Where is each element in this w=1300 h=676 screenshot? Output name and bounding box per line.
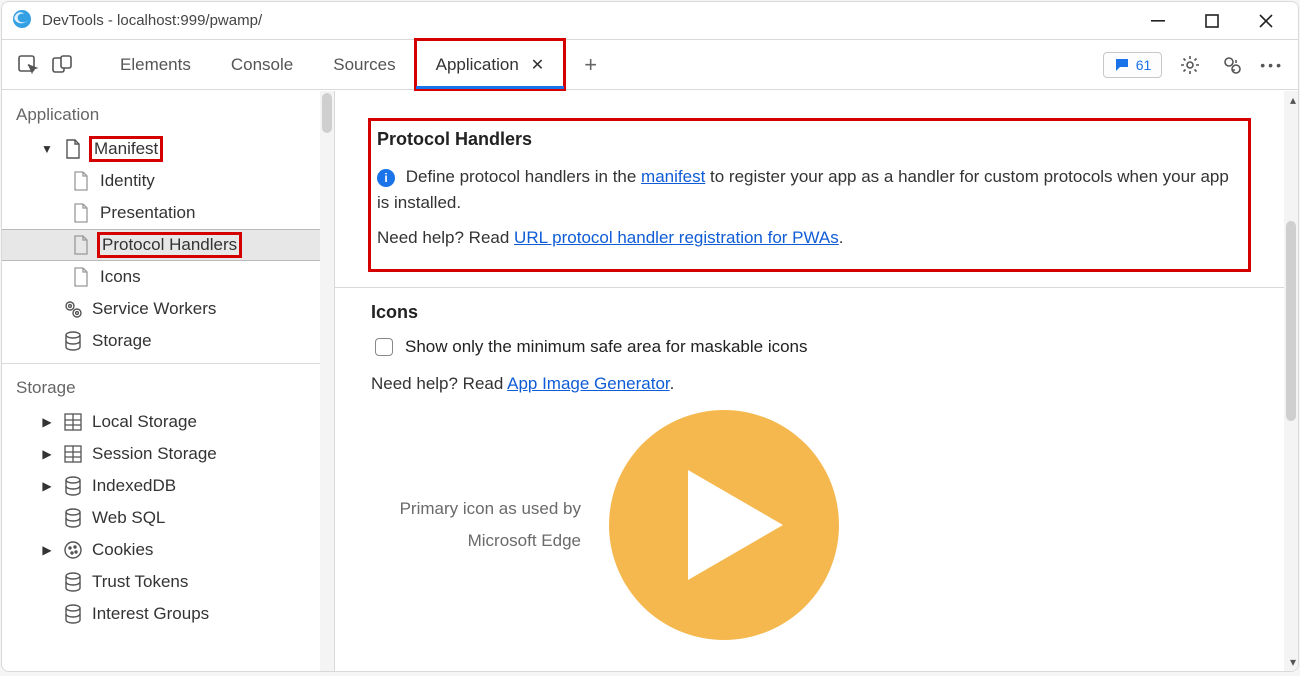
main-scrollbar[interactable]: ▴ ▾ [1284, 91, 1298, 671]
database-icon [62, 475, 84, 497]
document-icon [70, 266, 92, 288]
new-tab-button[interactable]: + [570, 40, 611, 89]
sidebar-item-label: Local Storage [92, 412, 197, 432]
tab-elements[interactable]: Elements [100, 40, 211, 89]
sidebar-item-websql[interactable]: ▶ Web SQL [2, 502, 320, 534]
protocol-handlers-title: Protocol Handlers [377, 129, 1242, 150]
sidebar-item-label: Presentation [100, 203, 195, 223]
icons-help-link[interactable]: App Image Generator [507, 374, 670, 393]
sidebar-item-identity[interactable]: Identity [2, 165, 320, 197]
primary-app-icon [609, 410, 839, 640]
sidebar-item-manifest[interactable]: ▼ Manifest [2, 133, 320, 165]
more-options-button[interactable]: ••• [1260, 57, 1284, 73]
help-pre: Need help? Read [377, 228, 514, 247]
sidebar-item-label: Interest Groups [92, 604, 209, 624]
primary-icon-label-2: Microsoft Edge [371, 525, 581, 557]
sidebar-item-label: Cookies [92, 540, 153, 560]
chevron-right-icon: ▶ [40, 415, 54, 429]
device-emulation-icon[interactable] [48, 40, 76, 89]
close-icon[interactable]: ✕ [531, 55, 544, 75]
ph-desc-pre: Define protocol handlers in the [406, 167, 641, 186]
grid-icon [62, 443, 84, 465]
sidebar-item-label: IndexedDB [92, 476, 176, 496]
sidebar-item-label: Manifest [92, 139, 160, 159]
sidebar-item-trust-tokens[interactable]: ▶ Trust Tokens [2, 566, 320, 598]
window-minimize-button[interactable] [1136, 2, 1180, 39]
chevron-right-icon: ▶ [40, 479, 54, 493]
database-icon [62, 603, 84, 625]
sidebar-item-indexeddb[interactable]: ▶ IndexedDB [2, 470, 320, 502]
window-close-button[interactable] [1244, 2, 1288, 39]
sidebar-item-session-storage[interactable]: ▶ Session Storage [2, 438, 320, 470]
grid-icon [62, 411, 84, 433]
tab-console[interactable]: Console [211, 40, 313, 89]
chevron-right-icon: ▶ [40, 447, 54, 461]
sidebar-item-label: Identity [100, 171, 155, 191]
icons-section: Icons Show only the minimum safe area fo… [371, 302, 1248, 641]
sidebar-item-interest-groups[interactable]: ▶ Interest Groups [2, 598, 320, 630]
sidebar-item-label: Service Workers [92, 299, 216, 319]
gear-icon [62, 298, 84, 320]
feedback-button[interactable]: 61 [1103, 52, 1163, 78]
document-icon [70, 202, 92, 224]
chevron-down-icon: ▼ [40, 142, 54, 156]
icons-title: Icons [371, 302, 1248, 323]
maskable-checkbox[interactable] [375, 338, 393, 356]
play-icon [688, 470, 783, 580]
sidebar-item-cookies[interactable]: ▶ Cookies [2, 534, 320, 566]
sidebar-section-application: Application [2, 97, 320, 133]
sidebar-item-local-storage[interactable]: ▶ Local Storage [2, 406, 320, 438]
sidebar-item-icons[interactable]: Icons [2, 261, 320, 293]
tab-sources[interactable]: Sources [313, 40, 415, 89]
primary-icon-label-1: Primary icon as used by [371, 493, 581, 525]
chevron-right-icon: ▶ [40, 543, 54, 557]
tab-application[interactable]: Application ✕ [416, 40, 565, 89]
cookie-icon [62, 539, 84, 561]
window-maximize-button[interactable] [1190, 2, 1234, 39]
manifest-link[interactable]: manifest [641, 167, 705, 186]
sidebar-item-label: Trust Tokens [92, 572, 188, 592]
activity-icon[interactable] [1218, 54, 1246, 76]
checkbox-label: Show only the minimum safe area for mask… [405, 337, 808, 357]
protocol-handlers-section: Protocol Handlers i Define protocol hand… [371, 121, 1248, 269]
sidebar-item-protocol-handlers[interactable]: Protocol Handlers [2, 229, 320, 261]
database-icon [62, 507, 84, 529]
database-icon [62, 330, 84, 352]
sidebar-item-service-workers[interactable]: ▶ Service Workers [2, 293, 320, 325]
sidebar-item-label: Web SQL [92, 508, 165, 528]
document-icon [62, 138, 84, 160]
inspect-icon[interactable] [14, 40, 42, 89]
sidebar-item-label: Session Storage [92, 444, 217, 464]
sidebar-item-label: Protocol Handlers [100, 235, 239, 255]
document-icon [70, 234, 92, 256]
ph-help-link[interactable]: URL protocol handler registration for PW… [514, 228, 839, 247]
info-icon: i [377, 169, 395, 187]
sidebar-item-label: Icons [100, 267, 141, 287]
sidebar-item-label: Storage [92, 331, 152, 351]
sidebar-item-storage[interactable]: ▶ Storage [2, 325, 320, 357]
sidebar-scrollbar[interactable] [320, 91, 334, 671]
app-icon [12, 9, 32, 32]
sidebar-section-storage: Storage [2, 370, 320, 406]
settings-gear-icon[interactable] [1176, 54, 1204, 76]
database-icon [62, 571, 84, 593]
sidebar-item-presentation[interactable]: Presentation [2, 197, 320, 229]
document-icon [70, 170, 92, 192]
help-pre: Need help? Read [371, 374, 507, 393]
window-title: DevTools - localhost:999/pwamp/ [42, 12, 262, 29]
